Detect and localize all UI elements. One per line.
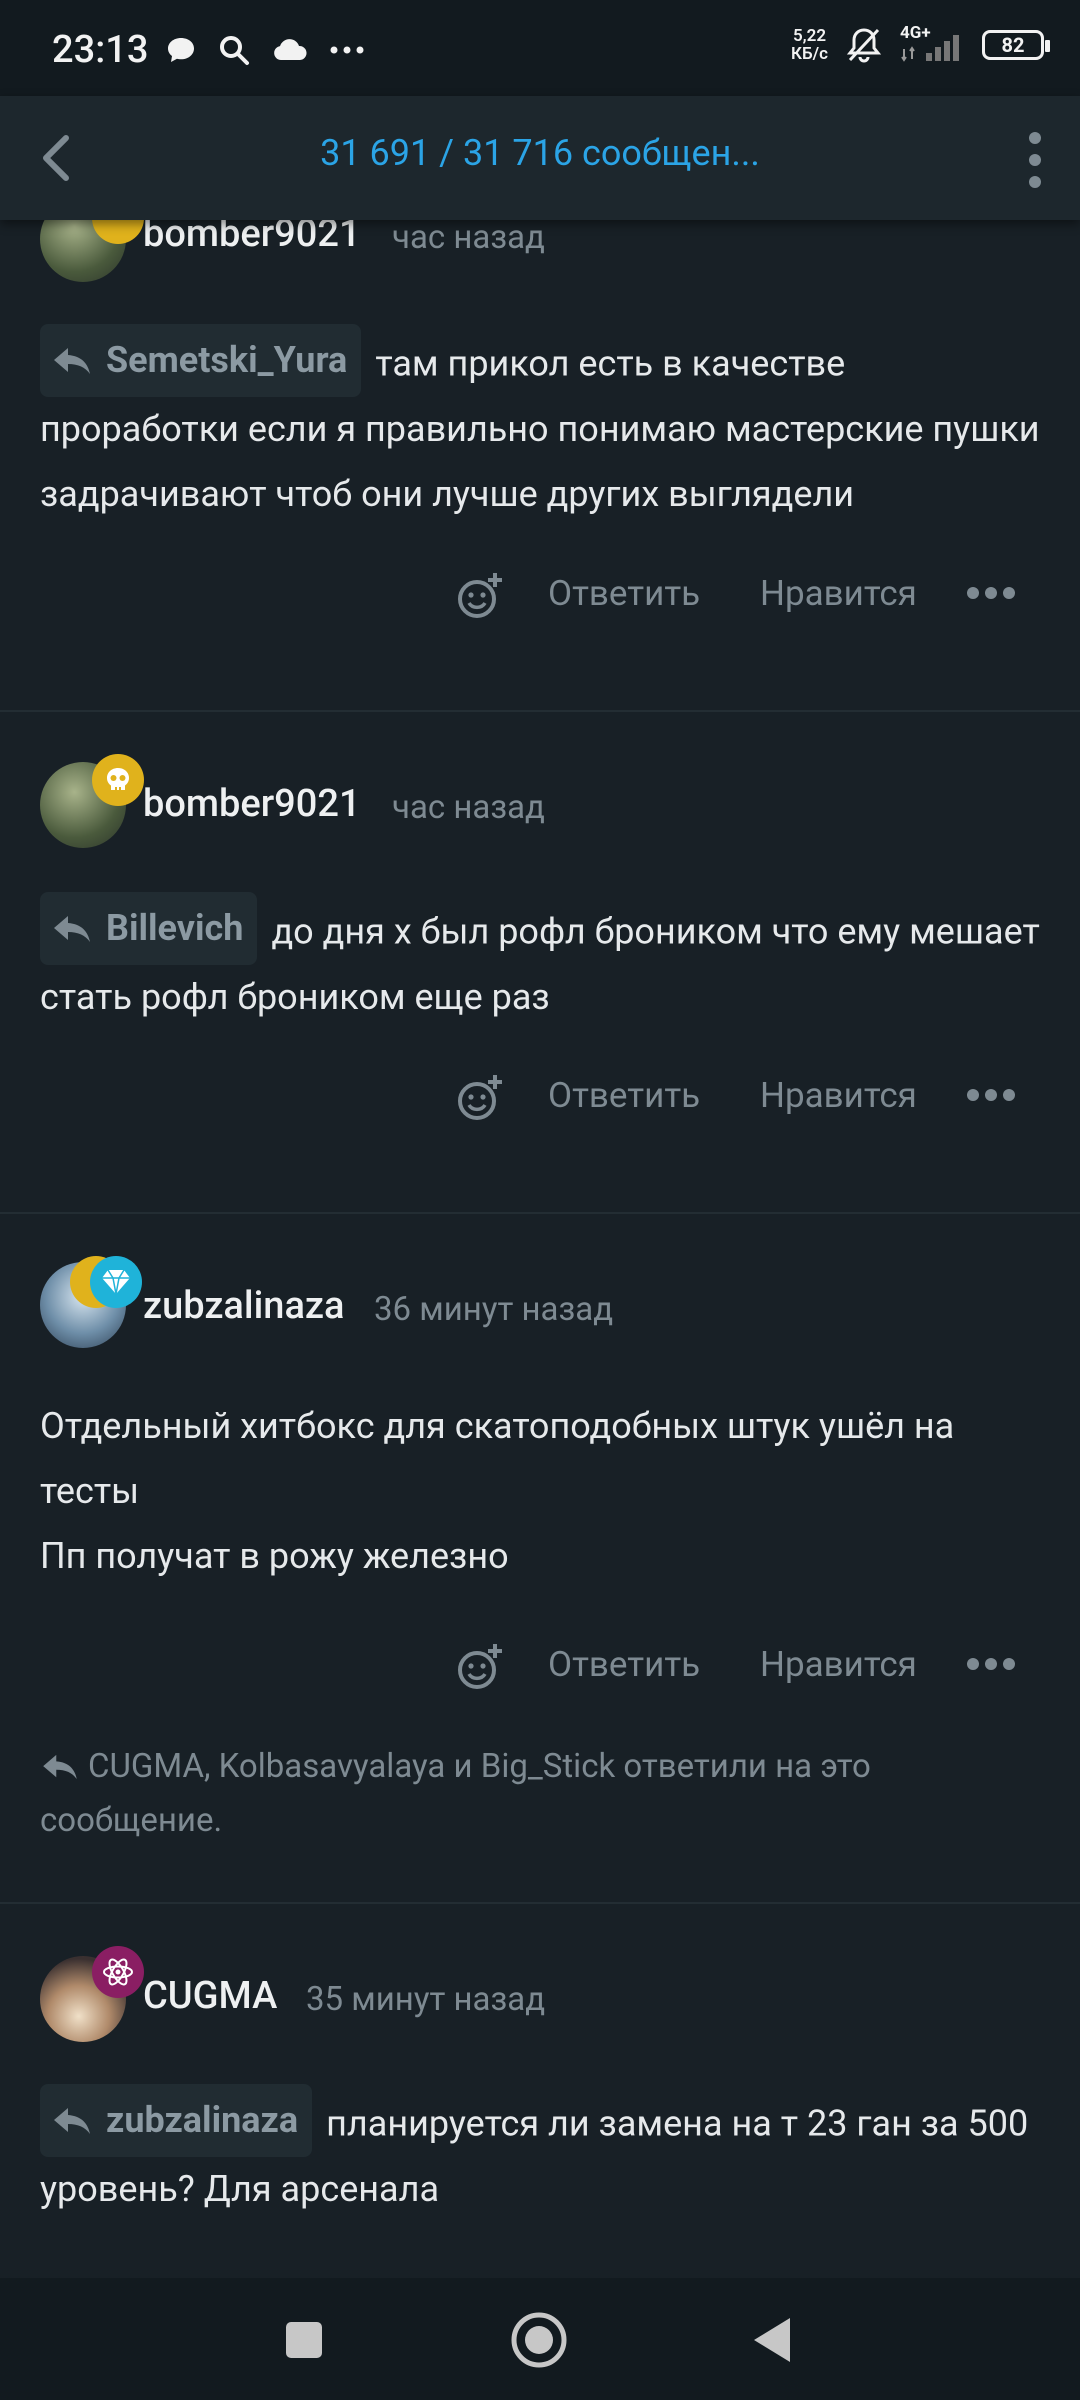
more-options-icon[interactable] <box>965 573 1017 613</box>
reply-quote-chip[interactable]: zubzalinaza <box>40 2084 313 2157</box>
reply-to-username: Semetski_Yura <box>106 339 348 381</box>
post-body: zubzalinaza планируется ли замена на т 2… <box>40 2084 1050 2222</box>
skull-icon <box>107 768 129 790</box>
post-text-line: Пп получат в рожу железно <box>40 1535 509 1577</box>
reply-to-username: zubzalinaza <box>106 2099 299 2141</box>
back-triangle-icon[interactable] <box>752 2316 792 2364</box>
post-body: Semetski_Yura там прикол есть в качестве… <box>40 324 1050 527</box>
post-time: 36 минут назад <box>374 1290 614 1329</box>
message-post: bomber9021 час назад Billevich до дня х … <box>0 712 1080 1212</box>
replies-summary[interactable]: CUGMA, Kolbasavyalaya и Big_Stick ответи… <box>40 1740 1040 1848</box>
post-time: час назад <box>392 788 545 827</box>
reply-to-username: Billevich <box>106 907 244 949</box>
reply-quote-chip[interactable]: Billevich <box>40 892 258 965</box>
add-reaction-icon[interactable] <box>455 571 505 621</box>
post-actions: Ответить Нравится <box>0 1067 1080 1127</box>
like-button[interactable]: Нравится <box>760 1644 917 1685</box>
user-rank-badge <box>92 754 144 806</box>
post-author[interactable]: bomber9021 <box>143 782 361 826</box>
post-actions: Ответить Нравится <box>0 565 1080 625</box>
message-post: zubzalinaza 36 минут назад Отдельный хит… <box>0 1214 1080 1900</box>
reply-arrow-icon <box>54 347 90 374</box>
more-options-icon[interactable] <box>965 1075 1017 1115</box>
reply-arrow-icon <box>43 1754 77 1780</box>
topic-message-counter[interactable]: 31 691 / 31 716 сообщен... <box>0 132 1080 174</box>
add-reaction-icon[interactable] <box>455 1642 505 1692</box>
reply-button[interactable]: Ответить <box>548 1075 700 1116</box>
post-time: 35 минут назад <box>306 1980 546 2019</box>
post-author[interactable]: zubzalinaza <box>143 1284 345 1328</box>
reply-arrow-icon <box>54 2107 90 2134</box>
like-button[interactable]: Нравится <box>760 573 917 614</box>
user-rank-badge <box>92 1946 144 1998</box>
post-author[interactable]: CUGMA <box>143 1974 277 2018</box>
post-body: Billevich до дня х был рофл броником что… <box>40 892 1050 1030</box>
reply-button[interactable]: Ответить <box>548 573 700 614</box>
more-options-icon[interactable] <box>965 1644 1017 1684</box>
system-navigation-bar <box>0 2278 1080 2400</box>
atom-icon <box>103 1958 133 1986</box>
add-reaction-icon[interactable] <box>455 1073 505 1123</box>
reply-arrow-icon <box>54 915 90 942</box>
topic-header: 31 691 / 31 716 сообщен... <box>0 96 1080 220</box>
overflow-menu-icon[interactable] <box>1020 130 1050 190</box>
reply-quote-chip[interactable]: Semetski_Yura <box>40 324 362 397</box>
like-button[interactable]: Нравится <box>760 1075 917 1116</box>
recent-apps-icon[interactable] <box>284 2320 324 2360</box>
post-time: час назад <box>392 218 545 257</box>
post-actions: Ответить Нравится <box>0 1636 1080 1696</box>
post-text-line: Отдельный хитбокс для скатоподобных штук… <box>40 1405 955 1512</box>
home-icon[interactable] <box>510 2311 568 2369</box>
diamond-icon <box>102 1269 130 1295</box>
reply-button[interactable]: Ответить <box>548 1644 700 1685</box>
post-body: Отдельный хитбокс для скатоподобных штук… <box>40 1394 1050 1589</box>
user-rank-badge <box>90 1256 142 1308</box>
replies-summary-text: CUGMA, Kolbasavyalaya и Big_Stick ответи… <box>40 1747 871 1840</box>
message-post: CUGMA 35 минут назад zubzalinaza планиру… <box>0 1904 1080 2278</box>
